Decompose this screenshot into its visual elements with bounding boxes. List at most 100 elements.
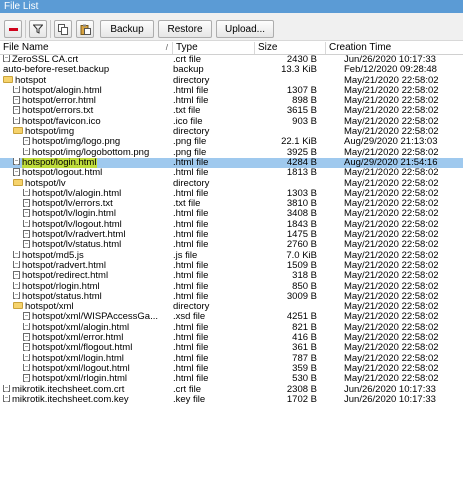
file-icon (23, 188, 30, 197)
file-icon (23, 333, 30, 341)
file-icon (13, 157, 20, 166)
table-row[interactable]: hotspot/lv/radvert.html .html file 1475 B M… (0, 230, 463, 240)
cell-type: .html file (173, 322, 209, 333)
file-name-text: hotspot/error.html (22, 96, 96, 107)
cell-type: .html file (173, 188, 209, 199)
cell-size: 530 B (292, 374, 317, 385)
table-row[interactable]: hotspot/lv/status.html .html file 2760 B Ma… (0, 240, 463, 250)
cell-type: .html file (173, 96, 209, 107)
cell-size (255, 302, 317, 312)
table-row[interactable]: ZeroSSL CA.crt .crt file 2430 B Jun/26/2020… (0, 55, 463, 65)
file-icon (23, 343, 30, 351)
table-row[interactable]: hotspot/md5.js .js file 7.0 KiB May/21/2020… (0, 250, 463, 261)
cell-size: 1307 B (286, 85, 317, 96)
file-icon (3, 55, 10, 63)
table-row[interactable]: hotspot/img/logobottom.png .png file 3925 … (0, 147, 463, 158)
table-row[interactable]: hotspot/xml/login.html .html file 787 B May… (0, 353, 463, 364)
table-row[interactable]: hotspot/xml directory May/21/2020 22:58:02 (0, 302, 463, 312)
table-row[interactable]: hotspot/rlogin.html .html file 850 B May/21… (0, 281, 463, 292)
file-icon (23, 363, 30, 372)
table-row[interactable]: hotspot/xml/flogout.html .html file 361 B M… (0, 343, 463, 353)
cell-type: .ico file (173, 116, 203, 127)
column-header-file-name[interactable]: File Name / (0, 42, 173, 54)
cell-file-name: hotspot/login.html (0, 157, 170, 168)
restore-button[interactable]: Restore (158, 20, 212, 38)
filter-button[interactable] (29, 20, 47, 38)
file-icon (23, 230, 30, 238)
file-name-text: hotspot/xml/flogout.html (32, 343, 133, 354)
cell-type: directory (173, 302, 210, 313)
table-row[interactable]: hotspot/xml/WISPAccessGa... .xsd file 4251… (0, 312, 463, 322)
table-row[interactable]: hotspot/img/logo.png .png file 22.1 KiB Aug… (0, 137, 463, 147)
file-name-text: mikrotik.itechsheet.com.key (12, 394, 129, 405)
sort-indicator: / (165, 43, 168, 52)
window-title: File List (0, 0, 463, 13)
paste-button[interactable] (76, 20, 94, 38)
cell-file-name: auto-before-reset.backup (0, 65, 170, 75)
table-row[interactable]: mikrotik.itechsheet.com.crt .crt file 2308… (0, 384, 463, 395)
backup-button[interactable]: Backup (100, 20, 154, 38)
cell-type: .html file (173, 363, 209, 374)
cell-creation-time: May/21/2020 22:58:02 (344, 343, 439, 354)
file-name-text: hotspot (15, 75, 47, 86)
file-icon (3, 384, 10, 392)
table-row[interactable]: hotspot directory May/21/2020 22:58:02 (0, 75, 463, 86)
table-row[interactable]: hotspot/lv/alogin.html .html file 1303 B Ma… (0, 188, 463, 199)
table-row[interactable]: hotspot/radvert.html .html file 1509 B May/… (0, 260, 463, 271)
column-header-type[interactable]: Type (173, 42, 255, 54)
table-row[interactable]: hotspot/alogin.html .html file 1307 B May/2… (0, 85, 463, 96)
file-name-text: auto-before-reset.backup (3, 65, 110, 76)
cell-size (255, 76, 317, 86)
cell-creation-time: May/21/2020 22:58:02 (344, 116, 439, 127)
cell-file-name: hotspot/status.html (0, 291, 170, 302)
table-row[interactable]: hotspot/xml/alogin.html .html file 821 B Ma… (0, 322, 463, 333)
cell-size: 3925 B (286, 147, 317, 158)
table-row[interactable]: hotspot/redirect.html .html file 318 B May/… (0, 271, 463, 281)
table-row[interactable]: hotspot/lv/login.html .html file 3408 B May… (0, 209, 463, 219)
cell-file-name: hotspot/lv (0, 178, 170, 189)
table-row[interactable]: hotspot/status.html .html file 3009 B May/2… (0, 291, 463, 302)
table-body: ZeroSSL CA.crt .crt file 2430 B Jun/26/2020… (0, 55, 463, 405)
cell-type: .js file (173, 250, 198, 261)
file-name-text: hotspot/img (25, 127, 75, 138)
file-name-text: hotspot/logout.html (22, 168, 103, 179)
table-row[interactable]: hotspot/lv/errors.txt .txt file 3810 B May/… (0, 199, 463, 209)
table-row[interactable]: hotspot/logout.html .html file 1813 B May/2… (0, 168, 463, 178)
table-row[interactable]: hotspot/lv directory May/21/2020 22:58:02 (0, 178, 463, 189)
table-row[interactable]: hotspot/favicon.ico .ico file 903 B May/21/… (0, 116, 463, 127)
table-row[interactable]: mikrotik.itechsheet.com.key .key file 1702… (0, 394, 463, 405)
column-header-size[interactable]: Size (255, 42, 326, 54)
cell-type: .html file (173, 157, 209, 168)
file-list-table: File Name / Type Size Creation Time Zero… (0, 42, 463, 493)
cell-creation-time: May/21/2020 22:58:02 (344, 260, 439, 271)
cell-file-name: hotspot/xml/flogout.html (0, 343, 170, 353)
table-row[interactable]: hotspot/error.html .html file 898 B May/21/… (0, 96, 463, 106)
cell-creation-time: May/21/2020 22:58:02 (344, 353, 439, 364)
cell-creation-time: May/21/2020 22:58:02 (344, 302, 439, 313)
table-row[interactable]: hotspot/login.html .html file 4284 B Aug/29… (0, 157, 463, 169)
copy-button[interactable] (54, 20, 72, 38)
cell-size: 3810 B (286, 199, 317, 210)
file-icon (13, 250, 20, 259)
upload-button[interactable]: Upload... (216, 20, 274, 38)
cell-size: 4251 B (286, 312, 317, 323)
cell-type: directory (173, 178, 210, 189)
cell-creation-time: May/21/2020 22:58:02 (344, 209, 439, 220)
cell-creation-time: Jun/26/2020 10:17:33 (344, 384, 436, 395)
table-row[interactable]: hotspot/img directory May/21/2020 22:58:02 (0, 127, 463, 137)
file-name-text: hotspot/lv/errors.txt (32, 199, 113, 210)
remove-button[interactable] (4, 20, 22, 38)
table-row[interactable]: hotspot/xml/rlogin.html .html file 530 B Ma… (0, 374, 463, 384)
cell-size: 1843 B (286, 219, 317, 230)
column-header-creation-time[interactable]: Creation Time (326, 42, 463, 54)
table-row[interactable]: hotspot/xml/logout.html .html file 359 B Ma… (0, 363, 463, 374)
cell-type: .crt file (173, 55, 201, 65)
cell-size: 361 B (292, 343, 317, 354)
table-row[interactable]: auto-before-reset.backup backup 13.3 KiB Fe… (0, 65, 463, 75)
cell-creation-time: May/21/2020 22:58:02 (344, 322, 439, 333)
cell-type: .html file (173, 333, 209, 344)
table-row[interactable]: hotspot/xml/error.html .html file 416 B May… (0, 333, 463, 343)
file-icon (13, 96, 20, 104)
table-row[interactable]: hotspot/lv/logout.html .html file 1843 B Ma… (0, 219, 463, 230)
table-row[interactable]: hotspot/errors.txt .txt file 3615 B May/21/… (0, 106, 463, 116)
